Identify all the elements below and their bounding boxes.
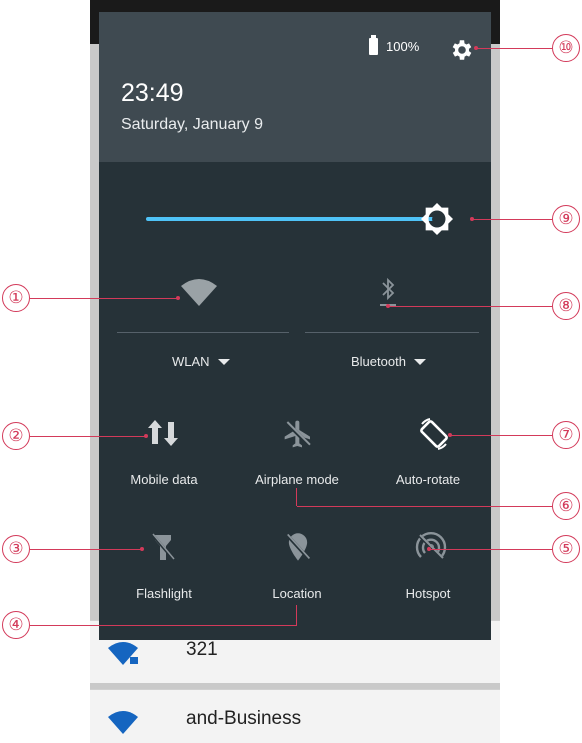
callout-number: ⑥ [552, 492, 580, 520]
callout-number: ⑨ [552, 205, 580, 233]
tile-label: Airplane mode [255, 472, 339, 487]
bluetooth-label: Bluetooth [351, 354, 406, 369]
auto-rotate-icon[interactable] [416, 416, 452, 452]
wifi-locked-icon [108, 642, 138, 665]
wlan-divider [117, 332, 289, 333]
clock-time: 23:49 [121, 79, 184, 107]
callout-line [472, 219, 552, 220]
callout-number: ⑧ [552, 292, 580, 320]
callout-line [30, 298, 178, 299]
airplane-icon[interactable] [282, 418, 314, 450]
callout-number: ② [2, 422, 30, 450]
chevron-down-icon [413, 358, 426, 365]
callout-line [388, 306, 552, 307]
callout-line [30, 625, 297, 626]
callout-dot [140, 547, 144, 551]
quick-settings-header: 100% 23:49 Saturday, January 9 [99, 12, 491, 162]
callout-dot [427, 547, 431, 551]
tile-label: Location [272, 586, 322, 601]
callout-dot [448, 433, 452, 437]
callout-line [476, 48, 552, 49]
wlan-dropdown[interactable]: WLAN [172, 354, 230, 369]
callout-dot [474, 46, 478, 50]
flashlight-icon[interactable] [150, 532, 176, 562]
callout-line [30, 436, 146, 437]
tile-label: Hotspot [405, 586, 451, 601]
brightness-slider-track[interactable] [146, 217, 437, 221]
clock-date: Saturday, January 9 [121, 116, 264, 133]
bluetooth-divider [305, 332, 479, 333]
battery-indicator: 100% [369, 35, 420, 55]
callout-line [450, 435, 552, 436]
quick-settings-panel: WLAN Bluetooth Mobile data Airplane mode… [99, 162, 491, 640]
brightness-thumb-icon[interactable] [420, 202, 454, 236]
callout-number: ⑩ [552, 34, 580, 62]
chevron-down-icon [217, 358, 230, 365]
callout-line [429, 549, 552, 550]
callout-dot [176, 296, 180, 300]
location-off-icon[interactable] [284, 531, 312, 563]
hotspot-off-icon[interactable] [415, 531, 447, 563]
callout-number: ④ [2, 611, 30, 639]
callout-number: ⑤ [552, 535, 580, 563]
tile-label: Mobile data [130, 472, 198, 487]
wlan-label: WLAN [172, 354, 210, 369]
wifi-list-item[interactable]: and-Business [90, 689, 500, 743]
wifi-icon [108, 711, 138, 734]
tile-label: Auto-rotate [395, 472, 461, 487]
callout-number: ⑦ [552, 421, 580, 449]
callout-number: ① [2, 284, 30, 312]
callout-dot [144, 434, 148, 438]
callout-dot [470, 217, 474, 221]
wifi-network-name: 321 [186, 639, 218, 660]
callout-dot [386, 304, 390, 308]
callout-line [296, 488, 297, 506]
callout-number: ③ [2, 535, 30, 563]
battery-percent: 100% [386, 39, 420, 54]
callout-line [297, 506, 552, 507]
bluetooth-dropdown[interactable]: Bluetooth [351, 354, 426, 369]
battery-icon [369, 35, 378, 55]
mobile-data-icon[interactable] [147, 418, 181, 448]
settings-gear-icon[interactable] [449, 37, 475, 63]
wifi-icon[interactable] [179, 276, 219, 308]
callout-line [30, 549, 142, 550]
wifi-network-name: and-Business [186, 708, 302, 729]
callout-line [296, 605, 297, 625]
tile-label: Flashlight [136, 586, 192, 601]
